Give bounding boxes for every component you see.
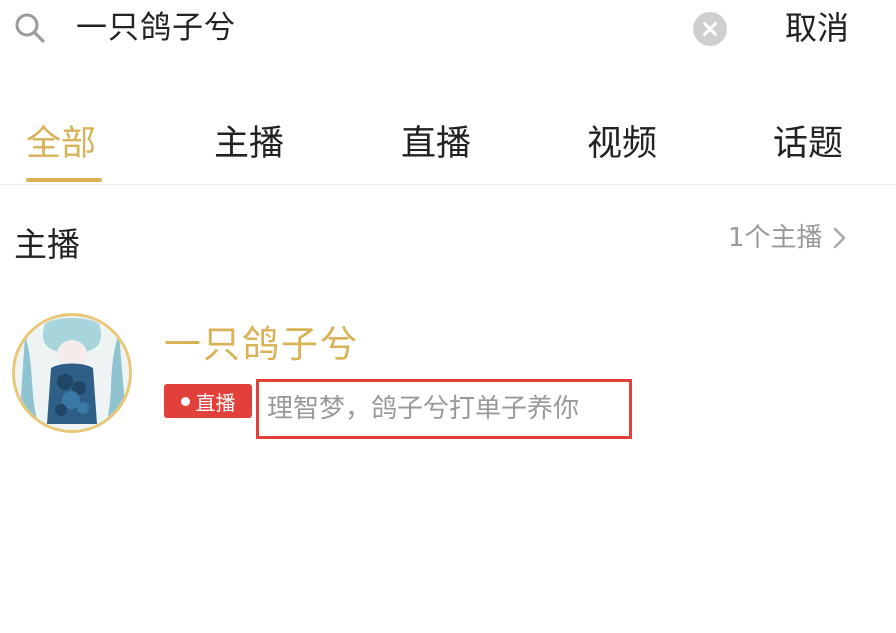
streamer-name: 一只鸽子兮 — [164, 323, 359, 366]
live-dot-icon — [180, 396, 190, 406]
tab-all[interactable]: 全部 — [26, 120, 96, 168]
search-icon — [15, 13, 45, 43]
live-badge: 直播 — [164, 384, 252, 418]
section-more-label: 1个主播 — [728, 223, 823, 253]
tab-videos[interactable]: 视频 — [587, 120, 657, 168]
section-title: 主播 — [14, 225, 80, 264]
tab-bar: 全部 主播 直播 视频 话题 — [0, 112, 896, 185]
live-badge-label: 直播 — [195, 390, 236, 415]
tab-topics[interactable]: 话题 — [773, 120, 843, 168]
streamer-list-item[interactable]: 一只鸽子兮 直播 理智梦，鸽子兮打单子养你 — [0, 300, 896, 450]
tab-live[interactable]: 直播 — [401, 120, 471, 168]
stream-title-highlight: 理智梦，鸽子兮打单子养你 — [256, 379, 632, 439]
chevron-right-icon — [833, 227, 845, 249]
clear-button[interactable] — [693, 12, 727, 46]
clear-icon — [703, 22, 717, 36]
search-input[interactable]: 一只鸽子兮 — [76, 6, 236, 50]
active-tab-indicator — [26, 178, 102, 182]
stream-title: 理智梦，鸽子兮打单子养你 — [267, 394, 580, 424]
search-bar: 一只鸽子兮 取消 — [0, 0, 896, 62]
cancel-button[interactable]: 取消 — [785, 6, 849, 50]
section-more-link[interactable]: 1个主播 — [728, 218, 849, 258]
tab-streamers[interactable]: 主播 — [214, 120, 284, 168]
avatar — [12, 313, 132, 433]
